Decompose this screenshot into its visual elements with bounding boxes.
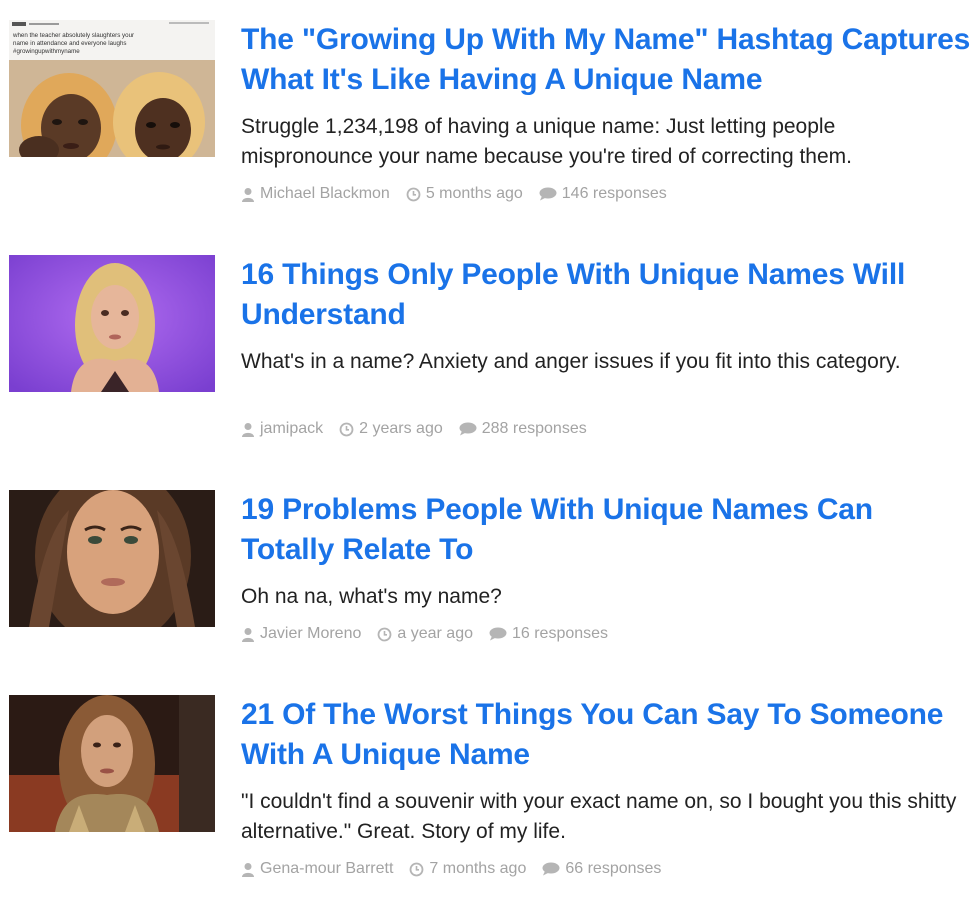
- author-link[interactable]: jamipack: [260, 419, 323, 439]
- speech-bubble-icon: [489, 627, 507, 641]
- woman-tv-scene-image: [9, 695, 215, 832]
- responses-link[interactable]: 66 responses: [565, 859, 661, 879]
- user-icon: [241, 187, 255, 202]
- article-title[interactable]: 16 Things Only People With Unique Names …: [241, 255, 972, 335]
- tweet-text-line-3: #growingupwithmyname: [13, 48, 80, 55]
- article-thumbnail[interactable]: [9, 255, 215, 392]
- speech-bubble-icon: [539, 187, 557, 201]
- responses-link[interactable]: 16 responses: [512, 624, 608, 644]
- author-group: Gena-mour Barrett: [241, 859, 393, 879]
- article-meta: Michael Blackmon 5 months ago 146 respon…: [241, 184, 683, 204]
- time-ago: 7 months ago: [429, 860, 527, 877]
- time-group: a year ago: [377, 624, 473, 644]
- article-description: Struggle 1,234,198 of having a unique na…: [241, 115, 852, 168]
- tweet-screenshot-image: when the teacher absolutely slaughters y…: [9, 20, 215, 157]
- article-meta: Javier Moreno a year ago 16 responses: [241, 624, 624, 644]
- article-description: "I couldn't find a souvenir with your ex…: [241, 790, 957, 843]
- responses-group: 288 responses: [459, 419, 587, 439]
- clock-icon: [409, 862, 424, 877]
- responses-group: 16 responses: [489, 624, 608, 644]
- woman-portrait-image: [9, 490, 215, 627]
- clock-icon: [339, 422, 354, 437]
- time-ago: a year ago: [397, 625, 473, 642]
- time-group: 2 years ago: [339, 419, 443, 439]
- responses-group: 66 responses: [542, 859, 661, 879]
- article-thumbnail[interactable]: [9, 695, 215, 832]
- article-title[interactable]: 21 Of The Worst Things You Can Say To So…: [241, 695, 972, 775]
- author-link[interactable]: Michael Blackmon: [260, 184, 390, 204]
- time-group: 7 months ago: [409, 859, 526, 879]
- author-group: Michael Blackmon: [241, 184, 390, 204]
- article-thumbnail[interactable]: [9, 490, 215, 627]
- author-group: jamipack: [241, 419, 323, 439]
- article-thumbnail[interactable]: when the teacher absolutely slaughters y…: [9, 20, 215, 157]
- article-title[interactable]: 19 Problems People With Unique Names Can…: [241, 490, 972, 570]
- author-link[interactable]: Gena-mour Barrett: [260, 859, 393, 879]
- author-link[interactable]: Javier Moreno: [260, 624, 361, 644]
- responses-link[interactable]: 288 responses: [482, 419, 587, 439]
- user-icon: [241, 422, 255, 437]
- speech-bubble-icon: [542, 862, 560, 876]
- clock-icon: [377, 627, 392, 642]
- user-icon: [241, 627, 255, 642]
- responses-link[interactable]: 146 responses: [562, 184, 667, 204]
- article-description: What's in a name? Anxiety and anger issu…: [241, 350, 901, 373]
- time-ago: 2 years ago: [359, 420, 443, 437]
- responses-group: 146 responses: [539, 184, 667, 204]
- time-group: 5 months ago: [406, 184, 523, 204]
- author-group: Javier Moreno: [241, 624, 361, 644]
- speech-bubble-icon: [459, 422, 477, 436]
- woman-purple-background-image: [9, 255, 215, 392]
- tweet-text-line-2: name in attendance and everyone laughs: [13, 40, 127, 47]
- article-meta: Gena-mour Barrett 7 months ago 66 respon…: [241, 859, 677, 879]
- article-meta: jamipack 2 years ago 288 responses: [241, 419, 603, 439]
- time-ago: 5 months ago: [425, 185, 523, 202]
- article-title[interactable]: The "Growing Up With My Name" Hashtag Ca…: [241, 20, 972, 100]
- tweet-text-line-1: when the teacher absolutely slaughters y…: [12, 32, 134, 39]
- user-icon: [241, 862, 255, 877]
- clock-icon: [406, 187, 421, 202]
- article-description: Oh na na, what's my name?: [241, 585, 502, 608]
